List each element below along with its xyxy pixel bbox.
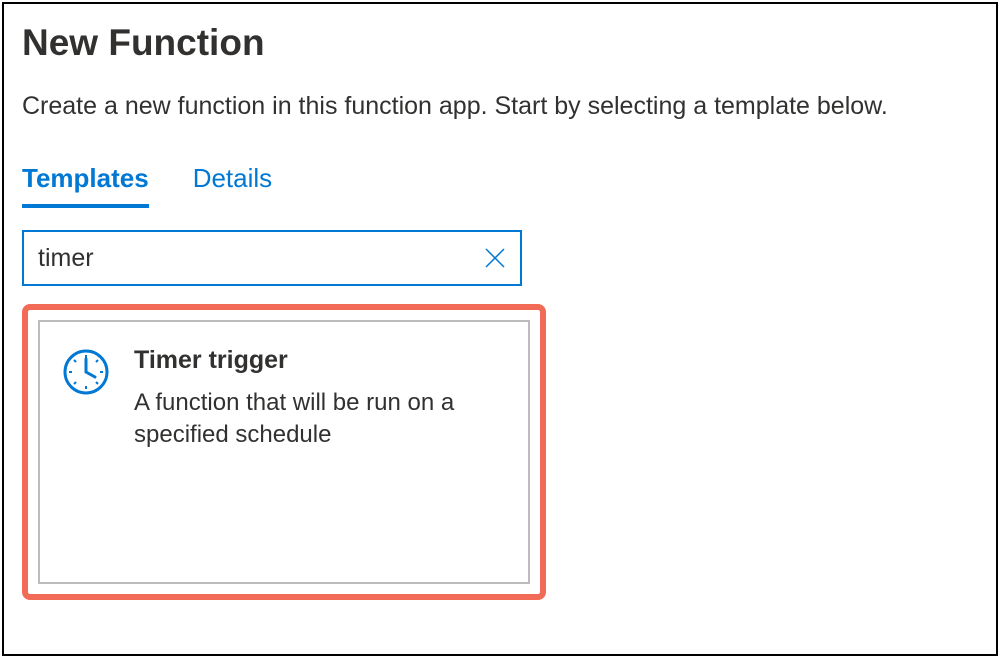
clock-icon	[62, 348, 110, 401]
new-function-panel: New Function Create a new function in th…	[2, 2, 998, 656]
template-search[interactable]	[22, 230, 522, 286]
page-title: New Function	[22, 22, 978, 64]
search-input[interactable]	[38, 244, 484, 273]
highlight-annotation: Timer trigger A function that will be ru…	[22, 304, 546, 600]
page-description: Create a new function in this function a…	[22, 92, 978, 121]
template-card-timer-trigger[interactable]: Timer trigger A function that will be ru…	[38, 320, 530, 584]
tab-label: Details	[193, 163, 272, 193]
tab-details[interactable]: Details	[193, 163, 272, 208]
tabs-container: Templates Details	[22, 163, 978, 208]
card-description: A function that will be run on a specifi…	[134, 387, 506, 452]
card-text: Timer trigger A function that will be ru…	[134, 346, 506, 452]
tab-templates[interactable]: Templates	[22, 163, 149, 208]
card-title: Timer trigger	[134, 346, 506, 375]
clear-icon[interactable]	[484, 247, 506, 269]
tab-label: Templates	[22, 163, 149, 193]
